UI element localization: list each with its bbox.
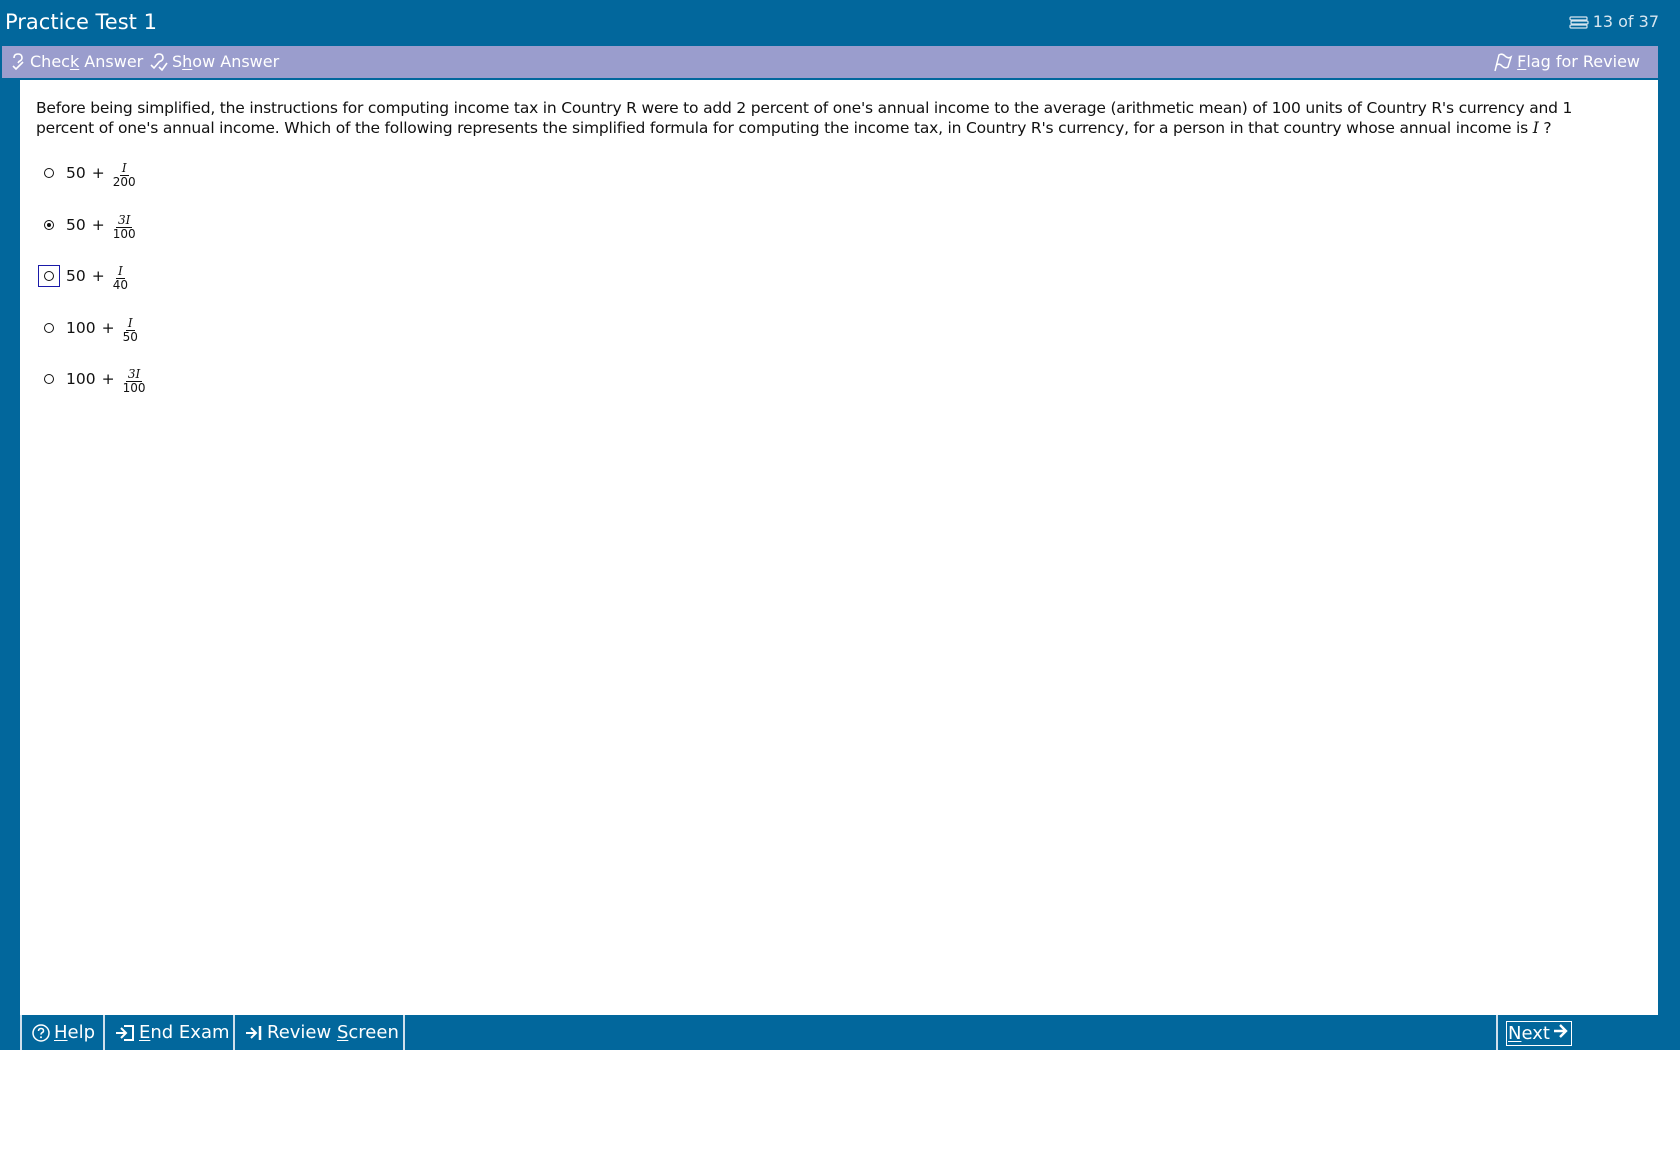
check-answer-button[interactable]: Check Answer xyxy=(10,51,143,73)
next-label: Next xyxy=(1508,1023,1550,1044)
show-answer-button[interactable]: Show Answer xyxy=(150,51,279,73)
flag-for-review-label: Flag for Review xyxy=(1517,52,1640,71)
answer-choice-e[interactable]: 100 + 3I 100 xyxy=(38,362,148,396)
fraction: 3I 100 xyxy=(122,366,146,395)
review-screen-label: Review Screen xyxy=(267,1022,399,1043)
flag-for-review-button[interactable]: Flag for Review xyxy=(1493,51,1640,73)
fraction: I 200 xyxy=(112,160,136,189)
answer-choice-d[interactable]: 100 + I 50 xyxy=(38,311,140,345)
question-progress: 13 of 37 xyxy=(1569,12,1659,32)
help-button[interactable]: Help xyxy=(20,1015,105,1050)
exam-window: Practice Test 1 13 of 37 Check Answer Sh… xyxy=(0,0,1680,1050)
radio-button[interactable] xyxy=(38,265,60,287)
answer-choice-b[interactable]: 50 + 3I 100 xyxy=(38,208,138,242)
next-button[interactable]: Next xyxy=(1506,1021,1572,1046)
progress-text: 13 of 37 xyxy=(1592,12,1659,31)
show-answer-label: Show Answer xyxy=(172,52,280,71)
bottom-navigation-bar: Help End Exam Review Screen Next xyxy=(20,1015,1680,1050)
title-bar: Practice Test 1 13 of 37 xyxy=(0,0,1680,44)
fraction: I 40 xyxy=(112,263,129,292)
right-arrow-icon xyxy=(1553,1023,1569,1044)
show-answer-icon xyxy=(150,53,168,71)
check-answer-icon xyxy=(10,53,26,71)
arrow-to-bar-icon xyxy=(245,1024,263,1042)
radio-button[interactable] xyxy=(38,162,60,184)
answer-choice-c[interactable]: 50 + I 40 xyxy=(38,259,130,293)
toolbar: Check Answer Show Answer Flag for Review xyxy=(2,46,1658,78)
end-exam-button[interactable]: End Exam xyxy=(105,1015,235,1050)
flag-icon xyxy=(1493,52,1513,72)
check-answer-label: Check Answer xyxy=(30,52,144,71)
exit-arrow-icon xyxy=(115,1024,135,1042)
help-label: Help xyxy=(54,1022,96,1043)
radio-button[interactable] xyxy=(38,317,60,339)
end-exam-label: End Exam xyxy=(139,1022,230,1043)
question-panel: Before being simplified, the instruction… xyxy=(20,80,1658,1015)
question-text: Before being simplified, the instruction… xyxy=(36,99,1573,137)
answer-choice-a[interactable]: 50 + I 200 xyxy=(38,156,138,190)
review-screen-button[interactable]: Review Screen xyxy=(235,1015,405,1050)
fraction: 3I 100 xyxy=(112,212,136,241)
radio-button[interactable] xyxy=(38,214,60,236)
next-button-container: Next xyxy=(1496,1015,1680,1050)
question-circle-icon xyxy=(32,1023,50,1042)
stack-icon xyxy=(1569,15,1589,29)
page-title: Practice Test 1 xyxy=(5,10,157,34)
radio-button[interactable] xyxy=(38,368,60,390)
fraction: I 50 xyxy=(122,315,138,344)
